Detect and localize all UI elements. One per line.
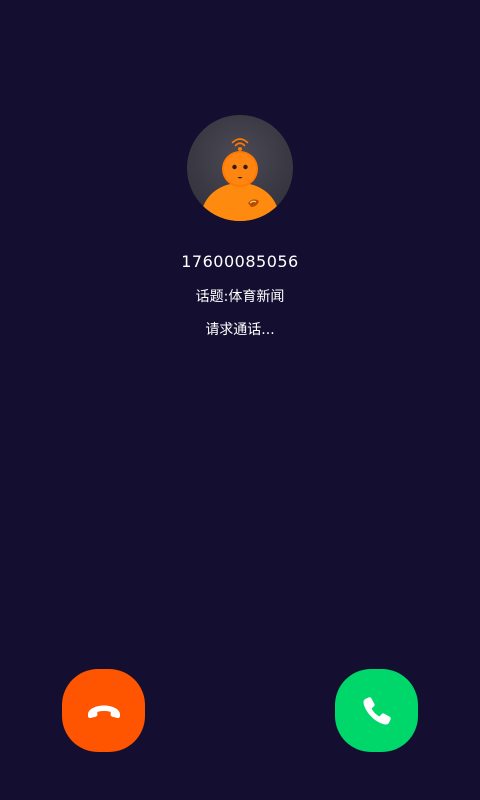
incoming-call-screen: 17600085056 话题:体育新闻 请求通话... — [0, 0, 480, 800]
call-status: 请求通话... — [205, 322, 275, 338]
robot-avatar-icon — [200, 138, 280, 221]
decline-call-button[interactable] — [62, 669, 145, 752]
phone-icon — [362, 696, 391, 725]
caller-phone-number: 17600085056 — [181, 252, 299, 271]
caller-avatar — [187, 115, 293, 221]
hang-up-icon — [87, 705, 120, 718]
call-topic: 话题:体育新闻 — [195, 289, 285, 305]
accept-call-button[interactable] — [335, 669, 418, 752]
